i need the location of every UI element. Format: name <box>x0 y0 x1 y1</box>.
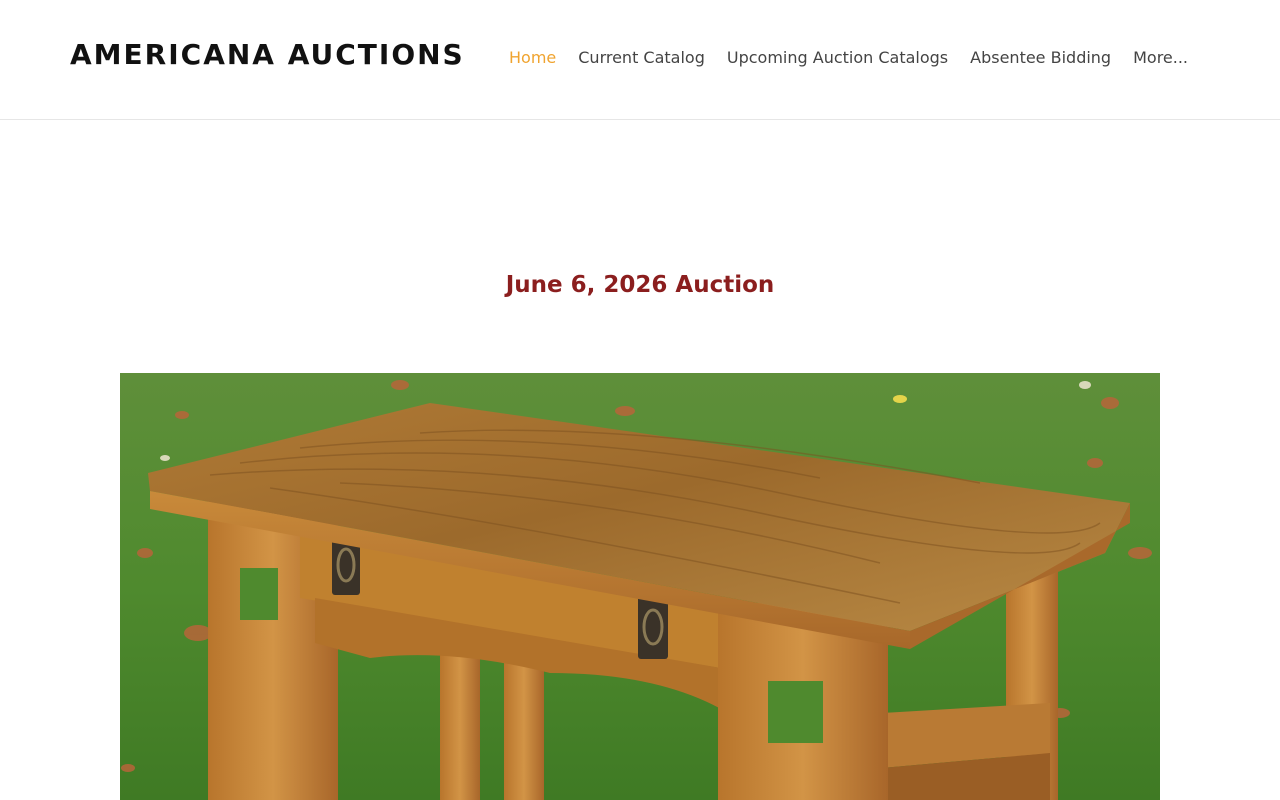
hero-image <box>120 373 1160 800</box>
site-logo[interactable]: AMERICANA AUCTIONS <box>70 38 465 71</box>
nav-item-absentee-bidding[interactable]: Absentee Bidding <box>970 48 1111 67</box>
nav-item-current-catalog[interactable]: Current Catalog <box>578 48 705 67</box>
nav-item-home[interactable]: Home <box>509 48 556 67</box>
nav-item-upcoming-auction-catalogs[interactable]: Upcoming Auction Catalogs <box>727 48 948 67</box>
nav-item-more[interactable]: More... <box>1133 48 1188 67</box>
site-header: AMERICANA AUCTIONS Home Current Catalog … <box>0 0 1280 120</box>
page-title: June 6, 2026 Auction <box>505 272 775 298</box>
main-nav: Home Current Catalog Upcoming Auction Ca… <box>509 48 1188 67</box>
